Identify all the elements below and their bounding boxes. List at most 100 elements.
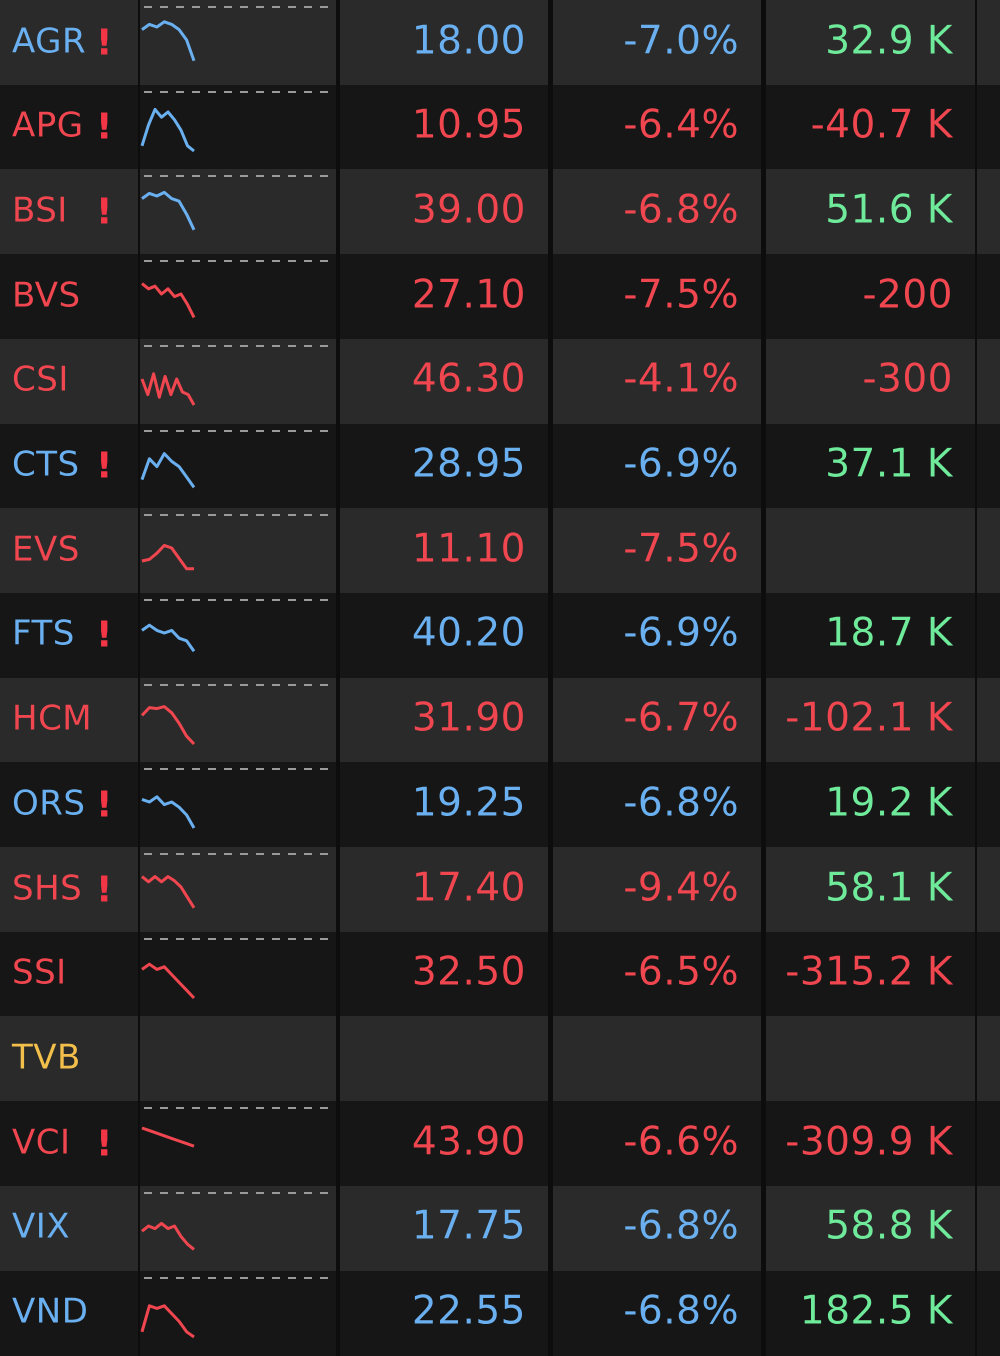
- table-row[interactable]: EVS 11.10 -7.5%: [0, 508, 1000, 594]
- sparkline-chart: [141, 768, 332, 830]
- price-value: 43.90: [411, 1119, 526, 1165]
- volume-cell: 51.6 K: [766, 169, 975, 255]
- symbol-cell: VIX: [0, 1185, 138, 1271]
- stock-symbol[interactable]: SSI: [12, 953, 67, 993]
- symbol-cell: APG!: [0, 84, 138, 170]
- sparkline-cell: [140, 847, 336, 932]
- change-percent: -6.9%: [623, 441, 739, 487]
- stock-symbol[interactable]: TVB: [12, 1037, 81, 1077]
- change-percent: -6.8%: [623, 1288, 739, 1334]
- sparkline-cell: [140, 1101, 336, 1187]
- sparkline-path: [141, 795, 196, 830]
- stock-symbol[interactable]: VIX: [12, 1207, 70, 1247]
- table-row[interactable]: ORS! 19.25 -6.8% 19.2 K: [0, 762, 1000, 848]
- price-cell: 28.95: [340, 423, 548, 509]
- sparkline-chart: [141, 6, 332, 62]
- sparkline-chart: [141, 514, 332, 571]
- volume-cell: -300: [766, 338, 975, 424]
- table-row[interactable]: AGR! 18.00 -7.0% 32.9 K: [0, 0, 1000, 85]
- table-row[interactable]: SHS! 17.40 -9.4% 58.1 K: [0, 847, 1000, 932]
- symbol-cell: SHS!: [0, 847, 138, 932]
- row-edge-cell: [977, 423, 1000, 509]
- table-row[interactable]: CTS! 28.95 -6.9% 37.1 K: [0, 423, 1000, 509]
- price-cell: 11.10: [340, 508, 548, 594]
- change-cell: -6.6%: [553, 1101, 761, 1187]
- table-row[interactable]: BSI! 39.00 -6.8% 51.6 K: [0, 169, 1000, 255]
- change-percent: -9.4%: [623, 865, 739, 911]
- symbol-cell: SSI: [0, 931, 138, 1017]
- row-edge-cell: [977, 762, 1000, 848]
- table-row[interactable]: APG! 10.95 -6.4% -40.7 K: [0, 84, 1000, 170]
- sparkline-path: [140, 372, 196, 406]
- change-cell: -4.1%: [553, 338, 761, 424]
- volume-cell: -200: [766, 254, 975, 340]
- price-value: 40.20: [411, 611, 526, 657]
- price-cell: 46.30: [340, 338, 548, 424]
- table-row[interactable]: VIX 17.75 -6.8% 58.8 K: [0, 1185, 1000, 1271]
- stock-symbol[interactable]: FTS: [12, 614, 75, 654]
- sparkline-cell: [140, 1270, 336, 1356]
- row-edge-cell: [977, 169, 1000, 255]
- sparkline-chart: [141, 853, 332, 909]
- stock-symbol[interactable]: EVS: [12, 529, 80, 569]
- stock-symbol[interactable]: CTS: [12, 444, 80, 484]
- row-edge-cell: [977, 677, 1000, 763]
- price-cell: [340, 1016, 548, 1102]
- stock-symbol[interactable]: AGR: [12, 21, 86, 61]
- table-row[interactable]: VND 22.55 -6.8% 182.5 K: [0, 1270, 1000, 1356]
- sparkline-chart: [141, 598, 332, 652]
- volume-value: 18.7 K: [825, 611, 953, 657]
- change-percent: -6.7%: [623, 695, 739, 741]
- row-edge-cell: [977, 254, 1000, 340]
- table-row[interactable]: SSI 32.50 -6.5% -315.2 K: [0, 931, 1000, 1017]
- change-cell: -6.9%: [553, 592, 761, 678]
- change-percent: -7.5%: [623, 272, 739, 318]
- change-cell: -7.5%: [553, 254, 761, 340]
- warning-icon: !: [96, 784, 113, 826]
- sparkline-cell: [140, 1016, 336, 1102]
- price-cell: 22.55: [340, 1270, 548, 1356]
- volume-cell: [766, 1016, 975, 1102]
- stock-symbol[interactable]: SHS: [12, 868, 82, 908]
- stock-symbol[interactable]: VND: [12, 1291, 88, 1331]
- stock-symbol[interactable]: HCM: [12, 698, 92, 738]
- row-edge-cell: [977, 508, 1000, 594]
- volume-value: -102.1 K: [785, 695, 953, 741]
- change-cell: -6.5%: [553, 931, 761, 1017]
- sparkline-cell: [140, 508, 336, 594]
- price-cell: 19.25: [340, 762, 548, 848]
- change-percent: -6.6%: [623, 1119, 739, 1165]
- table-row[interactable]: HCM 31.90 -6.7% -102.1 K: [0, 677, 1000, 763]
- stock-symbol[interactable]: BVS: [12, 275, 81, 315]
- sparkline-path: [140, 1303, 195, 1338]
- warning-icon: !: [96, 191, 113, 233]
- stock-symbol[interactable]: CSI: [12, 360, 69, 400]
- table-row[interactable]: BVS 27.10 -7.5% -200: [0, 254, 1000, 340]
- volume-value: 51.6 K: [825, 187, 953, 233]
- table-row[interactable]: VCI! 43.90 -6.6% -309.9 K: [0, 1101, 1000, 1187]
- warning-icon: !: [96, 869, 113, 910]
- volume-cell: [766, 508, 975, 594]
- volume-value: -200: [862, 272, 953, 318]
- price-cell: 10.95: [340, 84, 548, 170]
- stock-symbol[interactable]: VCI: [12, 1122, 71, 1162]
- symbol-cell: BSI!: [0, 169, 138, 255]
- table-row[interactable]: CSI 46.30 -4.1% -300: [0, 338, 1000, 424]
- volume-value: 58.8 K: [825, 1203, 953, 1249]
- sparkline-cell: [140, 677, 336, 763]
- warning-icon: !: [96, 614, 113, 656]
- stock-symbol[interactable]: BSI: [12, 190, 68, 230]
- volume-cell: 58.8 K: [766, 1185, 975, 1271]
- price-value: 32.50: [411, 949, 526, 995]
- sparkline-chart: [140, 90, 332, 152]
- stock-symbol[interactable]: ORS: [12, 783, 85, 823]
- table-row[interactable]: TVB: [0, 1016, 1000, 1102]
- table-row[interactable]: FTS! 40.20 -6.9% 18.7 K: [0, 592, 1000, 678]
- change-percent: -6.8%: [623, 780, 739, 826]
- symbol-cell: FTS!: [0, 592, 138, 678]
- symbol-cell: BVS: [0, 254, 138, 340]
- stock-watchlist-table: AGR! 18.00 -7.0% 32.9 K APG! 10.95 -6.4% -40.7 …: [0, 0, 1000, 1356]
- stock-symbol[interactable]: APG: [12, 106, 84, 146]
- change-cell: -7.5%: [553, 508, 761, 594]
- sparkline-chart: [141, 1191, 332, 1251]
